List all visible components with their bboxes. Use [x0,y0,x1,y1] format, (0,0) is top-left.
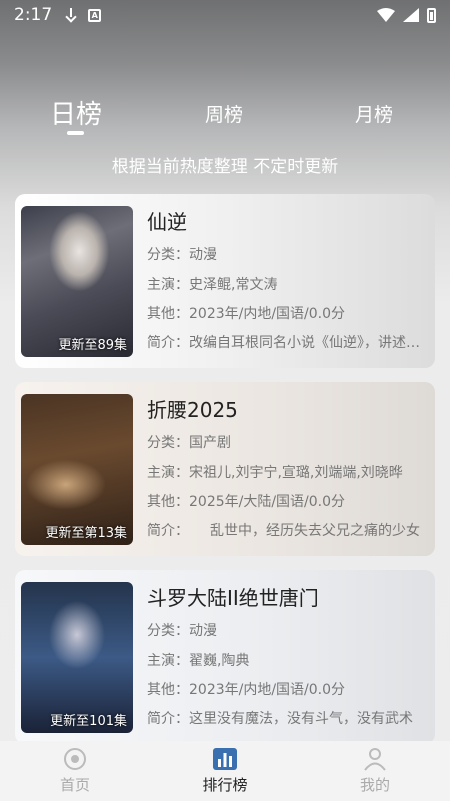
nav-ranking-label: 排行榜 [202,776,248,794]
show-intro: 简介：改编自耳根同名小说《仙逆》，讲述了乡村平凡少年王林以心中之执，逆仙而修，求… [147,335,427,351]
show-cast: 主演：宋祖儿,刘宇宁,宣璐,刘端端,刘晓晔 [147,465,403,481]
show-other: 其他：2023年/内地/国语/0.0分 [147,682,346,698]
tab-daily[interactable]: 日榜 [50,94,102,131]
poster-image: 更新至第13集 [21,394,133,545]
tab-weekly[interactable]: 周榜 [205,100,243,127]
poster-image: 更新至89集 [21,206,133,357]
nav-ranking[interactable]: 排行榜 [150,741,300,801]
ranking-subtitle: 根据当前热度整理 不定时更新 [111,157,339,177]
show-intro: 简介： 乱世中，经历失去父兄之痛的少女 [147,523,420,539]
user-icon [364,748,386,771]
show-other: 其他：2025年/大陆/国语/0.0分 [147,494,346,510]
list-item[interactable]: 更新至第13集 折腰2025 分类：国产剧 主演：宋祖儿,刘宇宁,宣璐,刘端端,… [15,382,435,556]
list-item[interactable]: 更新至89集 仙逆 分类：动漫 主演：史泽鲲,常文涛 其他：2023年/内地/国… [15,194,435,368]
ranking-icon [213,748,237,770]
show-intro: 简介：这里没有魔法，没有斗气，没有武术 [147,711,413,727]
wifi-icon [377,8,395,22]
show-category: 分类：动漫 [147,247,217,263]
episode-badge: 更新至101集 [50,714,127,729]
nav-mine[interactable]: 我的 [300,741,450,801]
list-item[interactable]: 更新至101集 斗罗大陆II绝世唐门 分类：动漫 主演：翟巍,陶典 其他：202… [15,570,435,744]
show-cast: 主演：翟巍,陶典 [147,653,250,669]
show-category: 分类：国产剧 [147,435,231,451]
show-cast: 主演：史泽鲲,常文涛 [147,277,278,293]
status-bar: 2:17 A [0,0,450,30]
battery-icon [427,7,436,23]
status-time: 2:17 [14,5,53,25]
show-category: 分类：动漫 [147,623,217,639]
signal-icon [403,8,419,22]
home-icon [64,748,86,770]
show-other: 其他：2023年/内地/国语/0.0分 [147,306,346,322]
nav-mine-label: 我的 [359,776,390,794]
tab-monthly[interactable]: 月榜 [355,100,393,127]
show-title: 斗罗大陆II绝世唐门 [147,586,319,610]
show-title: 仙逆 [147,210,187,234]
show-title: 折腰2025 [147,398,238,422]
bottom-nav: 首页 排行榜 我的 [0,741,450,801]
poster-image: 更新至101集 [21,582,133,733]
app-notification-icon: A [88,8,102,22]
nav-home-label: 首页 [59,776,90,794]
episode-badge: 更新至第13集 [45,526,127,541]
nav-home[interactable]: 首页 [0,741,150,801]
active-tab-indicator [67,131,84,135]
download-icon [64,7,78,23]
episode-badge: 更新至89集 [58,338,127,353]
